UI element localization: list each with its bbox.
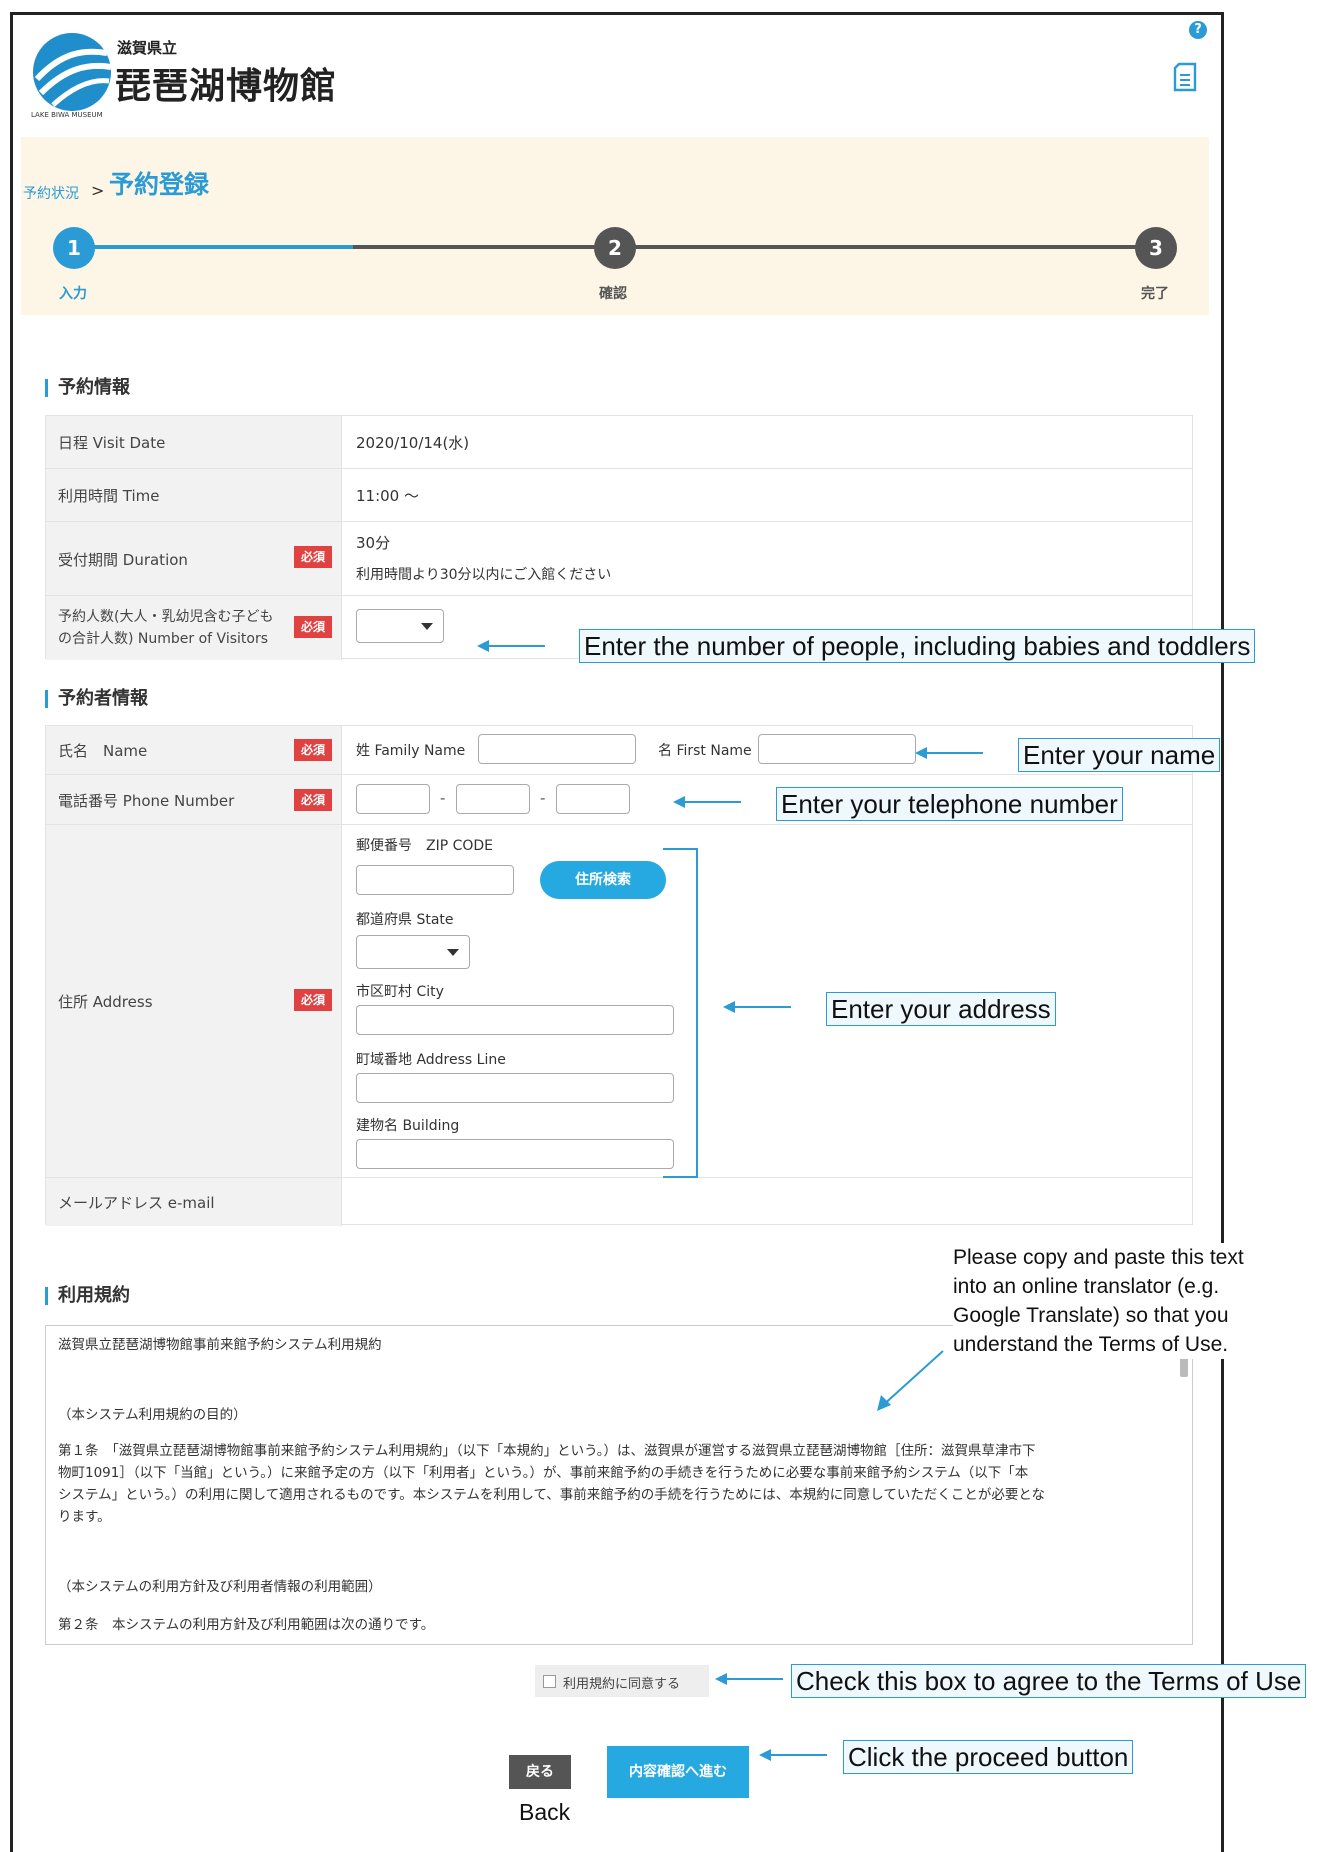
agree-label: 利用規約に同意する — [563, 1677, 681, 1692]
required-badge: 必須 — [294, 546, 332, 568]
terms-policy-heading: （本システムの利用方針及び利用者情報の利用範囲） — [58, 1579, 382, 1595]
duration-label: 受付期間 Duration — [58, 551, 188, 569]
address-search-button[interactable]: 住所検索 — [540, 861, 666, 899]
arrow-left-icon — [673, 796, 741, 808]
visit-date-row: 日程 Visit Date 2020/10/14(水) — [46, 416, 1192, 469]
visit-date-label: 日程 Visit Date — [58, 434, 166, 452]
city-input[interactable] — [356, 1005, 674, 1035]
phone-label: 電話番号 Phone Number — [58, 792, 235, 810]
family-name-label: 姓 Family Name — [356, 743, 466, 759]
duration-row: 受付期間 Duration 必須 30分 利用時間より30分以内にご入館ください — [46, 522, 1192, 596]
address-bracket — [663, 848, 698, 1178]
required-badge: 必須 — [294, 616, 332, 638]
time-row: 利用時間 Time 11:00 〜 — [46, 469, 1192, 522]
address-line-input[interactable] — [356, 1073, 674, 1103]
time-label: 利用時間 Time — [58, 487, 160, 505]
address-label: 住所 Address — [58, 993, 153, 1011]
arrow-left-icon — [477, 640, 545, 652]
step-3-circle: 3 — [1135, 227, 1177, 269]
proceed-button[interactable]: 内容確認へ進む — [607, 1746, 749, 1798]
agree-checkbox-area[interactable]: 利用規約に同意する — [535, 1665, 709, 1697]
progress-track-remaining — [353, 245, 1165, 249]
chevron-down-icon — [447, 949, 459, 956]
phone-dash: - — [540, 789, 546, 807]
logo-museum-name: 琵琶湖博物館 — [115, 66, 338, 107]
museum-logo-icon — [33, 33, 112, 111]
visitors-select[interactable] — [356, 609, 444, 643]
help-icon[interactable]: ? — [1189, 21, 1207, 39]
annotation-address: Enter your address — [826, 992, 1056, 1026]
step-2-label: 確認 — [599, 286, 627, 302]
step-1-label: 入力 — [59, 286, 87, 302]
logo-prefecture-text: 滋賀県立 — [117, 39, 178, 57]
annotation-phone: Enter your telephone number — [776, 787, 1123, 821]
terms-article-1-line-2: 物町1091］（以下「当館」という。）に来館予定の方（以下「利用者」という。）が… — [58, 1465, 1029, 1481]
annotation-visitors: Enter the number of people, including ba… — [579, 629, 1256, 663]
family-name-input[interactable] — [478, 734, 636, 764]
duration-note: 利用時間より30分以内にご入館ください — [356, 567, 612, 583]
arrow-left-icon — [715, 1673, 783, 1685]
email-label: メールアドレス e-mail — [58, 1194, 215, 1212]
terms-article-1-line-4: ります。 — [58, 1509, 111, 1525]
zip-input[interactable] — [356, 865, 514, 895]
reservation-info-heading: 予約情報 — [45, 379, 130, 397]
visitors-label-line-1: 予約人数(大人・乳幼児含む子ども — [58, 609, 274, 625]
browser-page-frame: 滋賀県立 琵琶湖博物館 LAKE BIWA MUSEUM ? 予約状況 > 予約… — [10, 12, 1307, 1852]
terms-textarea[interactable]: 滋賀県立琵琶湖博物館事前来館予約システム利用規約 （本システム利用規約の目的） … — [45, 1325, 1193, 1645]
email-row: メールアドレス e-mail — [46, 1178, 1192, 1226]
arrow-left-icon — [723, 1001, 791, 1013]
annotation-name: Enter your name — [1018, 738, 1221, 772]
phone-input-3[interactable] — [556, 784, 630, 814]
terms-article-2: 第２条 本システムの利用方針及び利用範囲は次の通りです。 — [58, 1617, 435, 1633]
phone-dash: - — [440, 789, 446, 807]
city-label: 市区町村 City — [356, 984, 444, 1000]
terms-heading: 利用規約 — [45, 1287, 130, 1305]
state-label: 都道府県 State — [356, 912, 454, 928]
visitors-label-line-2: の合計人数) Number of Visitors — [58, 631, 268, 647]
duration-value: 30分 — [356, 534, 391, 552]
address-line-label: 町域番地 Address Line — [356, 1052, 506, 1068]
progress-track-complete — [89, 245, 353, 249]
breadcrumb-separator: > — [91, 181, 105, 200]
arrow-left-icon — [759, 1749, 827, 1761]
terms-title-text: 滋賀県立琵琶湖博物館事前来館予約システム利用規約 — [58, 1337, 382, 1353]
state-select[interactable] — [356, 935, 470, 969]
required-badge: 必須 — [294, 739, 332, 761]
terms-article-1-line-3: システム」という。）の利用に関して適用されるものです。本システムを利用して、事前… — [58, 1487, 1045, 1503]
arrow-diagonal-icon — [877, 1350, 944, 1411]
document-icon[interactable] — [1173, 62, 1197, 92]
annotation-agree: Check this box to agree to the Terms of … — [791, 1664, 1307, 1698]
terms-purpose-heading: （本システム利用規約の目的） — [58, 1407, 247, 1423]
visit-date-value: 2020/10/14(水) — [356, 434, 470, 452]
step-1-circle: 1 — [53, 227, 95, 269]
reservation-info-table: 日程 Visit Date 2020/10/14(水) 利用時間 Time 11… — [45, 415, 1193, 660]
time-value: 11:00 〜 — [356, 487, 419, 505]
first-name-input[interactable] — [758, 734, 916, 764]
phone-input-1[interactable] — [356, 784, 430, 814]
name-label: 氏名 Name — [58, 742, 148, 760]
zip-label: 郵便番号 ZIP CODE — [356, 838, 494, 854]
step-3-label: 完了 — [1141, 286, 1169, 302]
annotation-proceed: Click the proceed button — [843, 1740, 1134, 1774]
phone-input-2[interactable] — [456, 784, 530, 814]
agree-checkbox[interactable] — [543, 1675, 556, 1688]
annotation-terms-note: Please copy and paste this text into an … — [953, 1243, 1273, 1359]
building-input[interactable] — [356, 1139, 674, 1169]
building-label: 建物名 Building — [356, 1118, 460, 1134]
page-title: 予約登録 — [109, 170, 210, 199]
arrow-left-icon — [915, 747, 983, 759]
step-2-circle: 2 — [594, 227, 636, 269]
terms-article-1-line-1: 第１条 「滋賀県立琵琶湖博物館事前来館予約システム利用規約」（以下「本規約」とい… — [58, 1443, 1036, 1459]
required-badge: 必須 — [294, 789, 332, 811]
back-button[interactable]: 戻る — [509, 1755, 571, 1789]
first-name-label: 名 First Name — [658, 743, 752, 759]
back-caption: Back — [519, 1799, 571, 1825]
booker-info-heading: 予約者情報 — [45, 690, 148, 708]
chevron-down-icon — [421, 623, 433, 630]
breadcrumb-parent-link[interactable]: 予約状況 — [23, 183, 79, 203]
required-badge: 必須 — [294, 989, 332, 1011]
logo-english-text: LAKE BIWA MUSEUM — [31, 111, 103, 119]
